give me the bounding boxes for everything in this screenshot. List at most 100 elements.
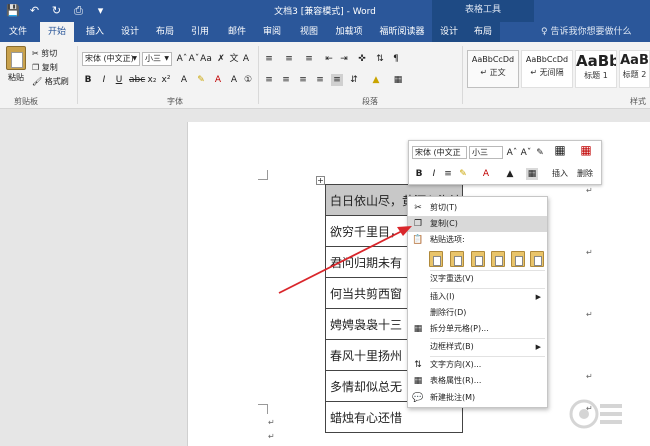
justify-icon[interactable]: ≡ <box>314 74 326 86</box>
menu-item-cut[interactable]: ✂ 剪切(T) <box>408 200 547 216</box>
tab-insert[interactable]: 插入 <box>80 22 110 42</box>
tab-table-layout[interactable]: 布局 <box>466 22 500 42</box>
document-title: 文档3 [兼容模式] - Word <box>274 7 376 17</box>
borders-icon[interactable]: ▦ <box>392 74 404 86</box>
font-size-combo[interactable]: 小三 ▼ <box>142 52 172 66</box>
strikethrough-icon[interactable]: abc <box>129 74 145 86</box>
center-align-icon[interactable]: ≡ <box>442 168 454 180</box>
line-spacing-icon[interactable]: ⇵ <box>348 74 360 86</box>
copy-button[interactable]: ❐ 复制 <box>32 62 58 74</box>
shrink-font-icon[interactable]: Aˇ <box>188 53 200 65</box>
font-color-icon[interactable]: A <box>480 168 492 180</box>
paste-picture-icon[interactable] <box>511 251 525 267</box>
brush-icon: 🖌 <box>32 77 43 86</box>
clear-format-icon[interactable]: ✗ <box>215 53 227 65</box>
increase-indent-icon[interactable]: ⇥ <box>338 53 350 65</box>
numbering-icon[interactable]: ≡ <box>283 53 295 65</box>
paste-nest-table-icon[interactable] <box>471 251 485 267</box>
tab-review[interactable]: 审阅 <box>257 22 287 42</box>
shading-icon[interactable]: ▲ <box>370 74 382 86</box>
table-properties-icon: ▦ <box>413 376 423 386</box>
char-shading-icon[interactable]: A <box>228 74 240 86</box>
style-heading-2[interactable]: AaB 标题 2 <box>619 50 650 88</box>
grow-font-icon[interactable]: Aˆ <box>506 147 518 159</box>
menu-item-copy[interactable]: ❐ 复制(C) <box>408 216 547 232</box>
grow-font-icon[interactable]: Aˆ <box>176 53 188 65</box>
format-painter-icon[interactable]: ✎ <box>534 147 546 159</box>
format-painter-button[interactable]: 🖌 格式刷 <box>32 76 69 88</box>
tab-layout[interactable]: 布局 <box>150 22 180 42</box>
menu-item-han-reselect[interactable]: 汉字重选(V) <box>408 271 547 287</box>
bold-icon[interactable]: B <box>413 168 425 180</box>
shading-icon[interactable]: ▲ <box>504 168 516 180</box>
multilevel-list-icon[interactable]: ≡ <box>303 53 315 65</box>
decrease-indent-icon[interactable]: ⇤ <box>323 53 335 65</box>
enclose-char-icon[interactable]: ① <box>242 74 254 86</box>
insert-table-icon[interactable]: ▦ <box>552 144 568 160</box>
mini-font-size-combo[interactable]: 小三 <box>469 146 503 159</box>
italic-icon[interactable]: I <box>98 74 110 86</box>
bullets-icon[interactable]: ≡ <box>263 53 275 65</box>
menu-item-border-styles[interactable]: 边框样式(B) ▶ <box>408 339 547 355</box>
paste-text-only-icon[interactable] <box>530 251 544 267</box>
paste-keep-source-icon[interactable] <box>429 251 443 267</box>
char-border-icon[interactable]: A <box>240 53 252 65</box>
menu-item-delete-row[interactable]: 删除行(D) <box>408 305 547 321</box>
table-move-handle[interactable]: + <box>316 176 325 185</box>
bold-icon[interactable]: B <box>82 74 94 86</box>
style-sample: AaBbCcDd <box>525 55 569 64</box>
style-sample: AaBbCcDd <box>471 55 515 64</box>
borders-icon[interactable]: ▦ <box>526 168 538 180</box>
tab-foxit-reader[interactable]: 福昕阅读器 <box>374 22 430 42</box>
mini-delete-label[interactable]: 删除 <box>577 168 593 180</box>
tab-mailings[interactable]: 邮件 <box>222 22 252 42</box>
menu-item-table-properties[interactable]: ▦ 表格属性(R)... <box>408 373 547 389</box>
align-right-icon[interactable]: ≡ <box>297 74 309 86</box>
tab-design[interactable]: 设计 <box>115 22 145 42</box>
tab-references[interactable]: 引用 <box>185 22 215 42</box>
paste-merge-format-icon[interactable] <box>450 251 464 267</box>
menu-item-label: 粘贴选项: <box>430 235 465 244</box>
paste-overwrite-cells-icon[interactable] <box>491 251 505 267</box>
distributed-icon[interactable]: ≡ <box>331 74 343 86</box>
mini-insert-label[interactable]: 插入 <box>552 168 568 180</box>
highlight-icon[interactable]: ✎ <box>195 74 207 86</box>
align-left-icon[interactable]: ≡ <box>263 74 275 86</box>
tab-home[interactable]: 开始 <box>40 22 74 42</box>
tab-table-design[interactable]: 设计 <box>432 22 466 42</box>
font-name-combo[interactable]: 宋体 (中文正) ▼ <box>82 52 140 66</box>
tell-me-search[interactable]: ♀ 告诉我你想要做什么 <box>541 22 631 42</box>
menu-item-label: 复制(C) <box>430 219 458 228</box>
tab-view[interactable]: 视图 <box>294 22 324 42</box>
align-center-icon[interactable]: ≡ <box>280 74 292 86</box>
delete-table-icon[interactable]: ▦ <box>578 144 594 160</box>
tab-file[interactable]: 文件 <box>3 22 33 42</box>
menu-item-split-cells[interactable]: ▦ 拆分单元格(P)... <box>408 321 547 337</box>
tab-addins[interactable]: 加载项 <box>330 22 368 42</box>
paste-label: 粘贴 <box>8 73 24 82</box>
text-effects-icon[interactable]: A <box>178 74 190 86</box>
show-marks-icon[interactable]: ¶ <box>390 53 402 65</box>
sort-icon[interactable]: ⇅ <box>374 53 386 65</box>
mini-font-name-combo[interactable]: 宋体 (中文正 <box>412 146 467 159</box>
highlight-icon[interactable]: ✎ <box>457 168 469 180</box>
font-color-icon[interactable]: A <box>212 74 224 86</box>
menu-item-text-direction[interactable]: ⇅ 文字方向(X)... <box>408 357 547 373</box>
menu-item-new-comment[interactable]: 💬 新建批注(M) <box>408 390 547 406</box>
phonetic-guide-icon[interactable]: 文 <box>228 53 240 65</box>
cut-button[interactable]: ✂ 剪切 <box>32 48 57 60</box>
paragraph-mark: ↵ <box>268 432 275 441</box>
change-case-icon[interactable]: Aa <box>200 53 212 65</box>
chinese-layout-icon[interactable]: ✜ <box>356 53 368 65</box>
paste-button[interactable]: 粘贴 <box>4 46 28 83</box>
style-normal[interactable]: AaBbCcDd ↵ 正文 <box>467 50 519 88</box>
italic-icon[interactable]: I <box>428 168 440 180</box>
menu-item-insert[interactable]: 插入(I) ▶ <box>408 289 547 305</box>
superscript-icon[interactable]: x² <box>160 74 172 86</box>
underline-icon[interactable]: U <box>113 74 125 86</box>
chevron-down-icon: ▼ <box>164 55 169 62</box>
shrink-font-icon[interactable]: Aˇ <box>520 147 532 159</box>
subscript-icon[interactable]: x₂ <box>146 74 158 86</box>
style-no-spacing[interactable]: AaBbCcDd ↵ 无间隔 <box>521 50 573 88</box>
style-heading-1[interactable]: AaBb 标题 1 <box>575 50 617 88</box>
